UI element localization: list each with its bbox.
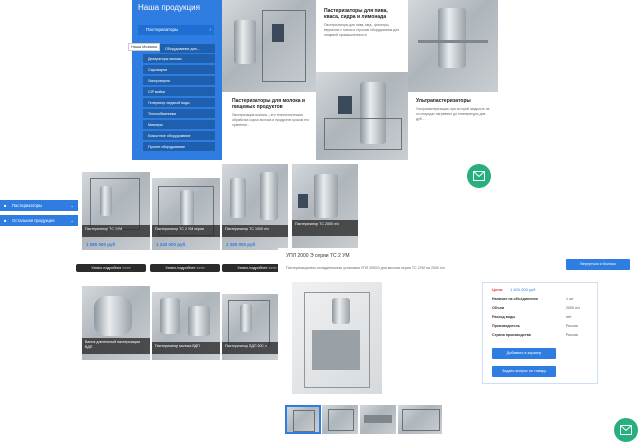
- side-nav-label: Остальная продукция: [12, 218, 55, 223]
- chevron-down-icon: ⌄: [70, 218, 74, 223]
- menu-item-0[interactable]: Оборудование для...: [160, 43, 215, 53]
- menu-item-pasteurizers[interactable]: Пастеризаторы ›: [138, 25, 214, 35]
- menu-heading: Наша продукция: [138, 3, 200, 12]
- envelope-icon: [620, 425, 632, 435]
- product-name[interactable]: Пастеризатор молока ВДП: [152, 342, 220, 354]
- thumbnail[interactable]: [398, 405, 442, 434]
- category-card-milk[interactable]: Пастеризаторы для молока и пищевых проду…: [222, 92, 316, 160]
- envelope-icon: [473, 171, 485, 181]
- card-description: Ультрапастеризация, при которой жидкость…: [416, 107, 490, 121]
- tooltip: Наша Мозаика: [128, 43, 161, 51]
- product-name[interactable]: Пастеризатор ТС 2 УМ серии: [152, 225, 220, 237]
- back-button[interactable]: Вернуться к Молоко: [566, 259, 630, 270]
- product-photo: [408, 0, 498, 92]
- thumbnail[interactable]: [322, 405, 358, 434]
- card-title: Пастеризаторы для пива, кваса, сидра и л…: [324, 8, 388, 20]
- product-card-image[interactable]: [292, 164, 358, 250]
- menu-item-2[interactable]: Сыроварни: [143, 64, 215, 74]
- menu-item-8[interactable]: Емкостное оборудование: [143, 130, 215, 140]
- category-card-ultra[interactable]: Ультрапастеризаторы Ультрапастеризация, …: [408, 92, 498, 160]
- spec-key: Объем: [492, 306, 505, 310]
- spec-value: 1 шт: [566, 297, 574, 301]
- spec-value: нет: [566, 315, 572, 319]
- details-button[interactable]: Узнать подробнее >>>>: [76, 264, 146, 272]
- product-photo: [316, 72, 408, 160]
- chevron-right-icon: ›: [209, 27, 212, 32]
- menu-item-label: Пастеризаторы: [146, 27, 179, 32]
- spec-row: Расход воды нет: [492, 313, 588, 322]
- folder-icon: ■: [4, 203, 7, 208]
- product-price: 1 080 000 руб: [86, 242, 116, 247]
- product-detail-title: УПЛ 2000 Э серии ТС 2 УМ: [286, 253, 350, 259]
- add-to-cart-button[interactable]: Добавить в корзину: [492, 348, 556, 359]
- price-value: 1 400 000 руб: [510, 287, 536, 292]
- card-title: Ультрапастеризаторы: [416, 98, 471, 104]
- side-nav-label: Пастеризаторы: [12, 203, 42, 208]
- card-description: Пастеризация молока – это технологическа…: [232, 113, 310, 127]
- menu-item-6[interactable]: Теплообменники: [143, 108, 215, 118]
- product-name[interactable]: Пастеризатор ТС 2000 л/ч: [292, 220, 358, 236]
- product-main-image[interactable]: [292, 282, 382, 394]
- card-description: Пастеризаторы для пива, мед - фильтры, в…: [324, 23, 400, 37]
- product-detail-subtitle: Пастеризационно-охладительная установка …: [286, 266, 445, 270]
- menu-item-4[interactable]: CIP мойки: [143, 86, 215, 96]
- product-card-image[interactable]: [82, 172, 150, 250]
- product-price: 1 380 000 руб: [226, 242, 256, 247]
- product-photo: [222, 0, 316, 92]
- thumbnail-selected[interactable]: [285, 405, 321, 434]
- side-nav-other[interactable]: ■ Остальная продукция ⌄: [0, 215, 78, 226]
- product-price: 1 240 000 руб: [156, 242, 186, 247]
- chat-button[interactable]: [467, 164, 491, 188]
- card-title: Пастеризаторы для молока и пищевых проду…: [232, 98, 305, 110]
- spec-row: Страна производства Россия: [492, 331, 588, 340]
- product-card-image[interactable]: [152, 178, 220, 250]
- spec-key: Наличие на объединении: [492, 297, 538, 301]
- ask-question-button[interactable]: Задать вопрос по товару: [492, 366, 556, 377]
- spec-row: Производитель Россия: [492, 322, 588, 331]
- product-name[interactable]: Пастеризатор ТС 1000 л/ч: [222, 225, 288, 237]
- chat-button[interactable]: [614, 418, 638, 442]
- menu-item-1[interactable]: Деаэраторы молока: [143, 53, 215, 63]
- menu-item-3[interactable]: Ликероварни: [143, 75, 215, 85]
- menu-item-5[interactable]: Генератор ледяной воды: [143, 97, 215, 107]
- menu-item-7[interactable]: Миксеры: [143, 119, 215, 129]
- folder-icon: ■: [4, 218, 7, 223]
- spec-row: Наличие на объединении 1 шт: [492, 295, 588, 304]
- spec-value: Россия: [566, 324, 578, 328]
- spec-key: Страна производства: [492, 333, 531, 337]
- spec-value: Россия: [566, 333, 578, 337]
- price-label: Цена:: [492, 287, 504, 292]
- product-name[interactable]: Пастеризатор ВДП 600 л: [222, 342, 278, 354]
- spec-value: 2000 л/ч: [566, 306, 580, 310]
- product-card-image[interactable]: [222, 164, 288, 250]
- details-button[interactable]: Узнать подробнее >>>>: [150, 264, 220, 272]
- spec-key: Производитель: [492, 324, 521, 328]
- menu-item-9[interactable]: Прочее оборудование: [143, 141, 215, 151]
- spec-row: Объем 2000 л/ч: [492, 304, 588, 313]
- category-card-beer[interactable]: Пастеризаторы для пива, кваса, сидра и л…: [316, 0, 408, 72]
- spec-key: Расход воды: [492, 315, 516, 319]
- product-name[interactable]: Пастеризатор ТС 1УМ: [82, 225, 150, 237]
- side-nav-pasteurizers[interactable]: ■ Пастеризаторы ⌄: [0, 200, 78, 211]
- chevron-down-icon: ⌄: [70, 203, 74, 208]
- product-name[interactable]: Ванна длительной пастеризации ВДП: [82, 338, 150, 354]
- thumbnail[interactable]: [360, 405, 396, 434]
